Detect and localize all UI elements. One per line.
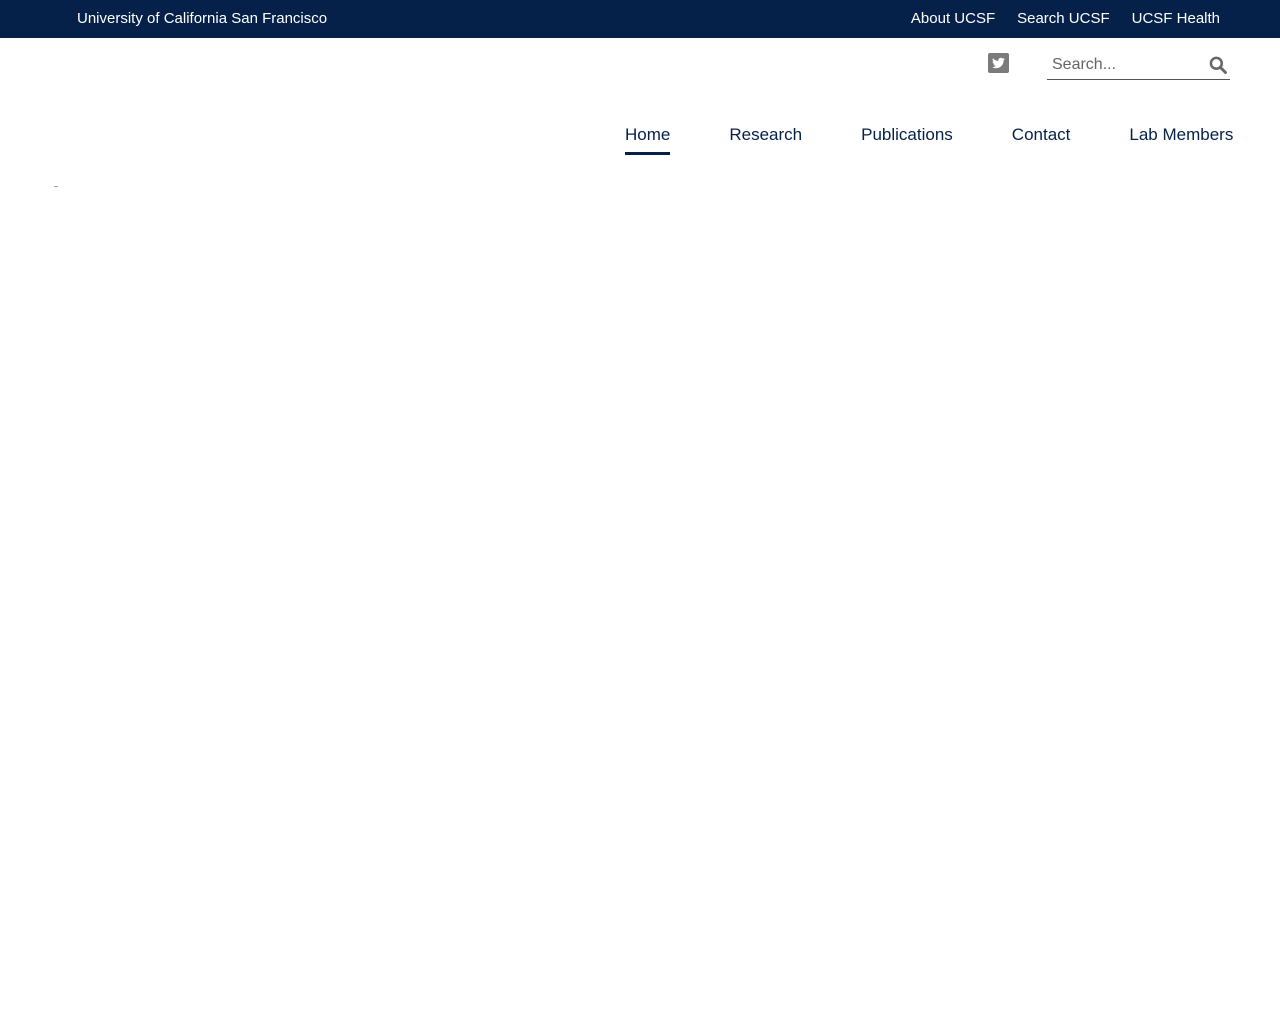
ucsf-health-link[interactable]: UCSF Health xyxy=(1132,10,1220,28)
nav-lab-members[interactable]: Lab Members xyxy=(1129,125,1233,155)
site-search-input[interactable] xyxy=(1052,54,1202,76)
nav-home[interactable]: Home xyxy=(625,125,671,155)
site-search-form xyxy=(1047,50,1230,80)
site-search-button[interactable] xyxy=(1206,53,1230,77)
main-navigation: Home Research Publications Contact Lab M… xyxy=(625,125,1233,155)
search-icon xyxy=(1209,56,1227,74)
nav-research[interactable]: Research xyxy=(729,125,802,155)
twitter-link[interactable] xyxy=(988,53,1009,73)
about-ucsf-link[interactable]: About UCSF xyxy=(911,10,995,28)
ucsf-top-bar: University of California San Francisco A… xyxy=(0,0,1280,38)
nav-contact[interactable]: Contact xyxy=(1012,125,1071,155)
faint-separator-mark xyxy=(54,186,58,187)
ucsf-utility-links: About UCSF Search UCSF UCSF Health xyxy=(911,10,1220,28)
search-ucsf-link[interactable]: Search UCSF xyxy=(1017,10,1110,28)
nav-publications[interactable]: Publications xyxy=(861,125,953,155)
twitter-icon xyxy=(992,57,1005,69)
university-home-link[interactable]: University of California San Francisco xyxy=(77,10,327,28)
